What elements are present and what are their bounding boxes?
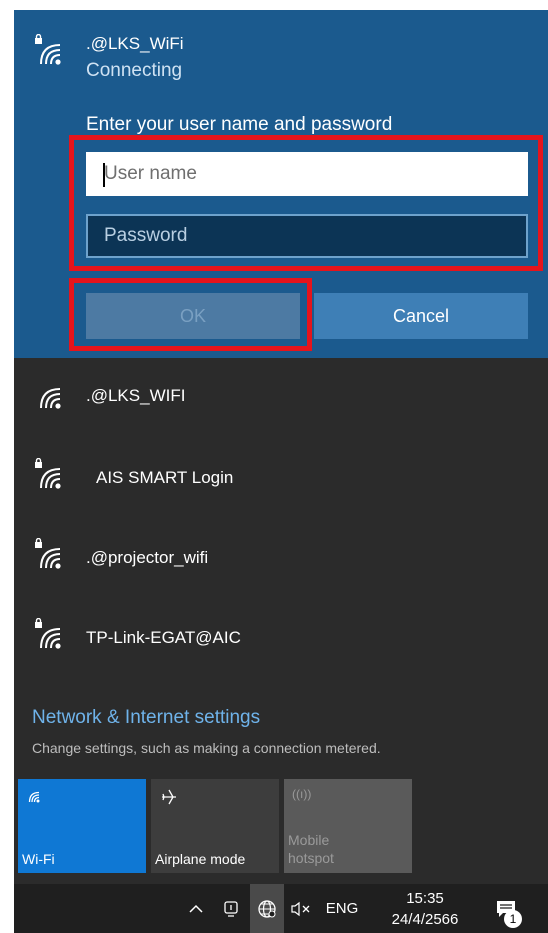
network-name: .@LKS_WiFi xyxy=(86,34,184,53)
wifi-toggle-tile[interactable]: Wi-Fi xyxy=(18,779,146,873)
airplane-mode-tile[interactable]: Airplane mode xyxy=(151,779,279,873)
network-name: TP-Link-EGAT@AIC xyxy=(86,628,241,647)
credentials-prompt: Enter your user name and password xyxy=(86,114,393,135)
secured-wifi-icon xyxy=(34,618,66,650)
mobile-hotspot-tile[interactable]: ((ı)) Mobile hotspot xyxy=(284,779,412,873)
taskbar-clock[interactable]: 15:35 24/4/2566 xyxy=(380,888,470,930)
network-list-item[interactable]: AIS SMART Login xyxy=(14,438,548,518)
clock-date: 24/4/2566 xyxy=(391,911,459,928)
language-indicator[interactable]: ENG xyxy=(320,884,364,933)
password-input[interactable] xyxy=(86,214,528,258)
secured-wifi-icon xyxy=(34,538,66,570)
show-hidden-icons-chevron-icon[interactable] xyxy=(182,884,210,933)
connecting-network-panel: .@LKS_WiFi Connecting Enter your user na… xyxy=(14,10,548,358)
network-name: .@projector_wifi xyxy=(86,548,209,567)
airplane-tile-label: Airplane mode xyxy=(155,851,246,867)
volume-muted-icon[interactable] xyxy=(286,884,316,933)
input-indicator-icon[interactable] xyxy=(216,884,246,933)
hotspot-label-line1: Mobile xyxy=(288,832,330,848)
wifi-icon xyxy=(34,378,66,410)
taskbar: ENG 15:35 24/4/2566 1 xyxy=(14,884,548,933)
network-list-item[interactable]: TP-Link-EGAT@AIC xyxy=(14,598,548,678)
network-name: AIS SMART Login xyxy=(96,468,234,487)
secured-wifi-icon xyxy=(34,458,66,490)
network-name: .@LKS_WIFI xyxy=(86,386,186,405)
notification-count-badge: 1 xyxy=(504,910,522,928)
hotspot-label-line2: hotspot xyxy=(288,850,334,866)
hotspot-icon: ((ı)) xyxy=(292,787,312,801)
clock-time: 15:35 xyxy=(406,890,444,907)
network-globe-icon[interactable] xyxy=(250,884,284,933)
network-settings-description: Change settings, such as making a connec… xyxy=(32,740,381,756)
hotspot-tile-label: Mobile hotspot xyxy=(288,831,334,867)
airplane-icon xyxy=(159,787,179,812)
background-strip xyxy=(0,0,14,933)
text-cursor xyxy=(103,163,105,187)
network-settings-link[interactable]: Network & Internet settings xyxy=(32,707,260,729)
cancel-button[interactable]: Cancel xyxy=(314,293,528,339)
wifi-icon xyxy=(26,787,42,808)
network-list-item[interactable]: .@projector_wifi xyxy=(14,518,548,598)
username-input[interactable] xyxy=(86,152,528,196)
ok-button[interactable]: OK xyxy=(86,293,300,339)
wifi-tile-label: Wi-Fi xyxy=(22,851,55,867)
secured-wifi-icon xyxy=(34,34,66,66)
network-flyout: .@LKS_WiFi Connecting Enter your user na… xyxy=(14,10,548,933)
connection-status: Connecting xyxy=(86,60,183,81)
network-list-item[interactable]: .@LKS_WIFI xyxy=(14,358,548,438)
